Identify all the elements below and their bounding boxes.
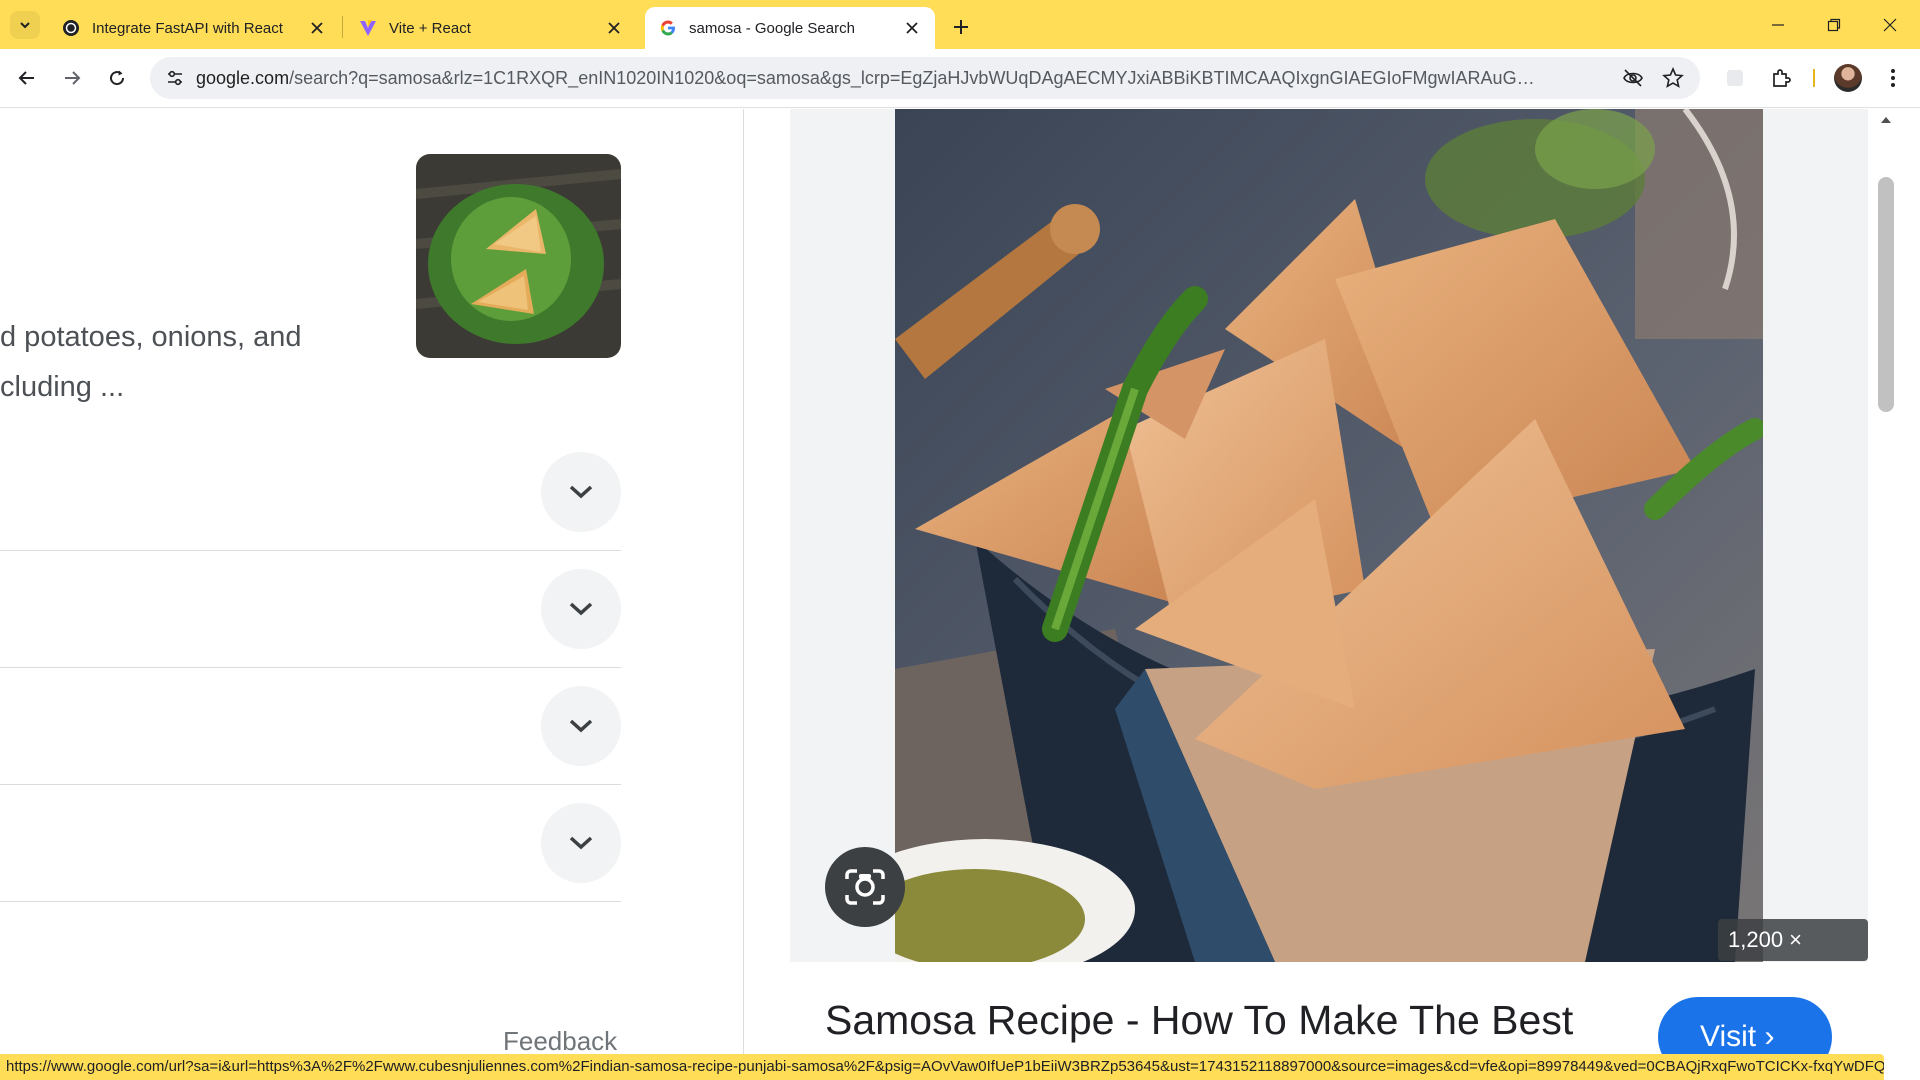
lens-icon bbox=[845, 869, 885, 905]
result-snippet: d potatoes, onions, and cluding ... bbox=[0, 312, 370, 412]
tab-title: Integrate FastAPI with React bbox=[92, 19, 283, 37]
viewer-scrollbar[interactable] bbox=[1874, 109, 1920, 1054]
tab-samosa-search[interactable]: samosa - Google Search bbox=[645, 7, 935, 49]
restore-icon bbox=[1827, 18, 1841, 31]
expand-button[interactable] bbox=[541, 569, 621, 649]
new-tab-button[interactable] bbox=[947, 13, 975, 41]
samosa-thumbnail-image bbox=[416, 154, 621, 358]
chevron-down-icon bbox=[569, 836, 593, 850]
close-icon[interactable] bbox=[901, 17, 923, 39]
chevron-down-icon bbox=[569, 602, 593, 616]
tune-icon bbox=[168, 70, 182, 86]
tab-separator bbox=[342, 16, 343, 38]
plus-icon bbox=[954, 20, 968, 34]
extension-button[interactable] bbox=[1720, 63, 1750, 93]
puzzle-icon bbox=[1773, 69, 1791, 87]
feedback-link[interactable]: Feedback bbox=[503, 1026, 617, 1054]
vite-icon bbox=[360, 20, 376, 36]
link-status-bubble: https://www.google.com/url?sa=i&url=http… bbox=[0, 1054, 1884, 1080]
panel-divider bbox=[743, 109, 744, 1054]
tab-title: samosa - Google Search bbox=[689, 19, 855, 37]
bookmark-button[interactable] bbox=[1660, 65, 1686, 91]
restore-button[interactable] bbox=[1806, 0, 1862, 49]
accordion-row bbox=[0, 551, 621, 668]
google-lens-button[interactable] bbox=[825, 847, 905, 927]
tab-search-button[interactable] bbox=[10, 11, 40, 39]
eye-off-icon bbox=[1623, 69, 1643, 87]
tab-title: Vite + React bbox=[389, 19, 471, 37]
tracking-protection-button[interactable] bbox=[1620, 65, 1646, 91]
window-close-button[interactable] bbox=[1862, 0, 1918, 49]
url-domain: google.com bbox=[196, 68, 290, 88]
close-icon[interactable] bbox=[306, 17, 328, 39]
image-frame: 1,200 × 1,201 bbox=[790, 109, 1868, 962]
site-info-button[interactable] bbox=[160, 63, 190, 93]
close-icon[interactable] bbox=[603, 17, 625, 39]
samosa-photo bbox=[895, 109, 1763, 962]
expand-button[interactable] bbox=[541, 803, 621, 883]
browser-menu-button[interactable] bbox=[1878, 63, 1908, 93]
image-dimensions-badge: 1,200 × 1,201 bbox=[1718, 919, 1868, 961]
image-viewer-panel: 1,200 × 1,201 Samosa Recipe - How To Mak… bbox=[790, 109, 1868, 1077]
toolbar-divider bbox=[1813, 69, 1815, 87]
reload-icon bbox=[110, 70, 125, 86]
chevron-down-icon bbox=[20, 22, 30, 29]
chevron-down-icon bbox=[569, 485, 593, 499]
scroll-up-arrow[interactable] bbox=[1878, 113, 1894, 127]
snippet-line: cluding ... bbox=[0, 371, 125, 403]
close-icon bbox=[1883, 18, 1897, 31]
star-icon bbox=[1662, 67, 1684, 88]
url-text[interactable]: google.com/search?q=samosa&rlz=1C1RXQR_e… bbox=[196, 57, 1536, 99]
triangle-up-icon bbox=[1881, 117, 1891, 123]
expand-button[interactable] bbox=[541, 452, 621, 532]
snippet-line: d potatoes, onions, and bbox=[0, 321, 302, 353]
address-bar[interactable]: google.com/search?q=samosa&rlz=1C1RXQR_e… bbox=[150, 57, 1700, 99]
extensions-menu-button[interactable] bbox=[1766, 63, 1796, 93]
minimize-button[interactable] bbox=[1750, 0, 1806, 49]
image-source-title[interactable]: Samosa Recipe - How To Make The Best bbox=[825, 997, 1573, 1044]
extension-placeholder-icon bbox=[1727, 70, 1743, 86]
arrow-right-icon bbox=[65, 71, 81, 85]
openai-icon bbox=[63, 20, 79, 36]
expand-button[interactable] bbox=[541, 686, 621, 766]
accordion-row bbox=[0, 785, 621, 902]
browser-toolbar: google.com/search?q=samosa&rlz=1C1RXQR_e… bbox=[0, 49, 1920, 108]
result-thumbnail[interactable] bbox=[416, 154, 621, 358]
accordion-row bbox=[0, 668, 621, 785]
arrow-left-icon bbox=[18, 71, 34, 85]
scrollbar-thumb[interactable] bbox=[1878, 177, 1894, 412]
profile-avatar[interactable] bbox=[1834, 64, 1862, 92]
visit-label: Visit bbox=[1700, 1020, 1757, 1053]
search-results-panel: d potatoes, onions, and cluding ... Feed… bbox=[0, 109, 744, 1054]
scrollbar-track[interactable] bbox=[1874, 109, 1898, 1054]
reload-button[interactable] bbox=[100, 61, 134, 95]
google-icon bbox=[660, 20, 675, 36]
accordion-row bbox=[0, 434, 621, 551]
tab-integrate-fastapi[interactable]: Integrate FastAPI with React bbox=[48, 7, 340, 49]
chevron-down-icon bbox=[569, 719, 593, 733]
chevron-right-icon: › bbox=[1764, 1020, 1775, 1053]
samosa-image[interactable] bbox=[895, 109, 1763, 962]
forward-button[interactable] bbox=[55, 61, 89, 95]
minimize-icon bbox=[1772, 23, 1784, 26]
tab-strip: Integrate FastAPI with React Vite + Reac… bbox=[0, 0, 1920, 49]
more-vert-icon bbox=[1891, 69, 1895, 87]
url-path: /search?q=samosa&rlz=1C1RXQR_enIN1020IN1… bbox=[289, 68, 1536, 88]
tab-vite-react[interactable]: Vite + React bbox=[345, 7, 637, 49]
back-button[interactable] bbox=[10, 61, 44, 95]
